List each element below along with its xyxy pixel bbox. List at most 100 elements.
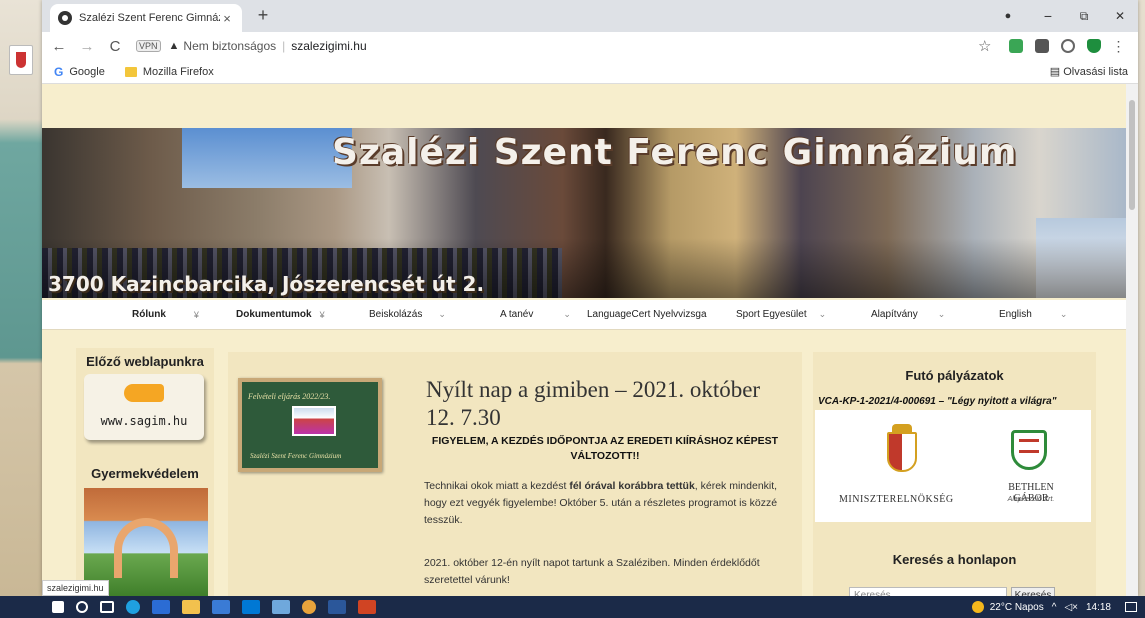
notification-icon[interactable] xyxy=(1125,602,1137,612)
back-button[interactable]: ← xyxy=(48,38,70,55)
projects-heading: Futó pályázatok xyxy=(905,368,1004,383)
chevron-down-icon: ⌄ xyxy=(937,309,946,319)
chevron-down-icon: ⌄ xyxy=(563,309,571,319)
scrollbar-thumb[interactable] xyxy=(1129,100,1135,210)
banner-title: Szalézi Szent Ferenc Gimnázium xyxy=(332,132,1018,173)
url-divider: | xyxy=(282,39,286,53)
nav-item-languagecert[interactable]: LanguageCert Nyelvvizsga xyxy=(587,309,707,320)
search-icon[interactable] xyxy=(76,601,88,613)
browser-menu-icon[interactable]: ⋮ xyxy=(1111,38,1125,55)
vpn-badge[interactable]: VPN xyxy=(136,40,161,52)
child-protection-heading: Gyermekvédelem xyxy=(91,466,199,481)
shield-extension-icon[interactable] xyxy=(1087,39,1102,53)
edge-icon[interactable] xyxy=(126,600,140,614)
search-heading: Keresés a honlapon xyxy=(892,552,1017,567)
chevron-down-icon: ⌄ xyxy=(438,309,446,319)
main-navigation: Rólunk ¥ Dokumentumok ¥ Beiskolázás ⌄ A tan… xyxy=(42,300,1126,330)
volume-icon[interactable]: ◁× xyxy=(1064,602,1078,613)
extension-ab-icon[interactable] xyxy=(1009,39,1024,53)
hungarian-crest-icon xyxy=(887,424,917,472)
logo-bethlen-sub: Alapkezelő Zrt. xyxy=(1007,496,1055,503)
nav-label: LanguageCert Nyelvvizsga xyxy=(587,309,707,320)
nav-item-a-tanev[interactable]: A tanév ⌄ xyxy=(500,309,571,320)
nav-item-beiskolazas[interactable]: Beiskolázás ⌄ xyxy=(369,309,446,320)
close-window-button[interactable]: ✕ xyxy=(1104,0,1136,32)
hands-house-icon xyxy=(114,518,178,578)
nav-item-rolunk[interactable]: Rólunk ¥ xyxy=(132,309,199,320)
left-sidebar: Előző weblapunkra www.sagim.hu Gyermekvé… xyxy=(76,348,214,596)
powerpoint-icon[interactable] xyxy=(358,600,376,614)
reading-list[interactable]: ▤ Olvasási lista xyxy=(1050,65,1128,78)
weather-sun-icon[interactable] xyxy=(971,601,984,613)
task-view-icon[interactable] xyxy=(100,601,114,613)
extensions-puzzle-icon[interactable] xyxy=(1035,39,1050,53)
bookmarks-bar: G Google Mozilla Firefox ▤ Olvasási list… xyxy=(42,60,1138,84)
site-banner[interactable]: Szalézi Szent Ferenc Gimnázium 3700 Kazi… xyxy=(42,128,1126,298)
bookmark-google[interactable]: Google xyxy=(69,66,104,78)
sponsor-logos[interactable]: MINISZTERELNÖKSÉG BETHLEN GÁBOR Alapkeze… xyxy=(815,410,1091,522)
bookmark-firefox[interactable]: Mozilla Firefox xyxy=(143,66,214,78)
bethlen-gabor-logo-icon xyxy=(1011,430,1047,470)
reading-list-label: Olvasási lista xyxy=(1063,66,1128,78)
chevron-down-icon: ¥ xyxy=(319,309,325,320)
weather-text[interactable]: 22°C Napos xyxy=(990,602,1044,613)
tray-chevron-icon[interactable]: ^ xyxy=(1052,602,1057,613)
thumb-top-text: Felvételi eljárás 2022/23. xyxy=(248,392,331,401)
article-paragraph-2: 2021. október 12-én nyílt napot tartunk … xyxy=(424,557,760,586)
restore-button[interactable]: ⧉ xyxy=(1068,0,1100,32)
article-warning: FIGYELEM, A KEZDÉS IDŐPONTJA AZ EREDETI … xyxy=(431,435,779,462)
forward-button[interactable]: → xyxy=(76,38,98,55)
sagim-link[interactable]: www.sagim.hu xyxy=(84,374,204,440)
prev-site-heading: Előző weblapunkra xyxy=(86,354,204,369)
system-tray: 22°C Napos ^ ◁× 14:18 xyxy=(971,596,1137,618)
nav-item-alapitvany[interactable]: Alapítvány ⌄ xyxy=(871,309,945,320)
google-icon: G xyxy=(54,64,64,79)
mail-icon[interactable] xyxy=(242,600,260,614)
desktop-left xyxy=(0,0,42,596)
active-tab[interactable]: Szalézi Szent Ferenc Gimnázium × xyxy=(50,4,242,32)
folder-icon xyxy=(124,66,137,77)
nav-item-dokumentumok[interactable]: Dokumentumok ¥ xyxy=(236,309,325,320)
url-field[interactable]: szalezigimi.hu xyxy=(291,39,366,53)
profile-icon[interactable] xyxy=(1061,39,1076,53)
pointing-hand-icon xyxy=(124,384,164,402)
bookmark-star-icon[interactable]: ☆ xyxy=(978,37,991,55)
article-title[interactable]: Nyílt nap a gimiben – 2021. október 12. … xyxy=(426,376,786,432)
article-thumbnail[interactable]: Felvételi eljárás 2022/23. Szalézi Szent… xyxy=(238,378,382,472)
banner-address: 3700 Kazincbarcika, Jószerencsét út 2. xyxy=(48,272,485,296)
project-title: VCA-KP-1-2021/4-000691 – "Légy nyitott a… xyxy=(818,396,1057,407)
photos-icon[interactable] xyxy=(272,600,290,614)
clock[interactable]: 14:18 xyxy=(1086,602,1111,613)
search-input[interactable]: Keresés … xyxy=(849,587,1007,596)
windows-start-icon[interactable] xyxy=(52,601,64,613)
banner-photo-sky xyxy=(182,128,352,188)
word-icon[interactable] xyxy=(328,600,346,614)
reload-button[interactable]: C xyxy=(104,38,126,55)
tab-close-icon[interactable]: × xyxy=(220,11,234,26)
browser-window: Szalézi Szent Ferenc Gimnázium × + ● − ⧉… xyxy=(42,0,1138,596)
page-scrollbar[interactable] xyxy=(1126,84,1138,596)
file-explorer-icon[interactable] xyxy=(182,600,200,614)
store-icon[interactable] xyxy=(152,600,170,614)
nav-label: Sport Egyesület xyxy=(736,309,807,320)
right-sidebar: Futó pályázatok VCA-KP-1-2021/4-000691 –… xyxy=(813,352,1096,596)
warning-icon: ▲ xyxy=(168,40,180,52)
chrome-icon[interactable] xyxy=(302,600,316,614)
nav-item-english[interactable]: English ⌄ xyxy=(999,309,1067,320)
nav-item-sport[interactable]: Sport Egyesület ⌄ xyxy=(736,309,826,320)
shop-bag-icon[interactable] xyxy=(212,600,230,614)
new-tab-button[interactable]: + xyxy=(252,5,274,26)
web-page: Szalézi Szent Ferenc Gimnázium 3700 Kazi… xyxy=(42,84,1126,596)
desktop-shortcut-icon[interactable] xyxy=(9,45,33,75)
logo-ministry: MINISZTERELNÖKSÉG xyxy=(839,494,954,505)
nav-label: Rólunk xyxy=(132,309,166,320)
search-button[interactable]: Keresés xyxy=(1011,587,1055,596)
reading-list-icon: ▤ xyxy=(1049,66,1064,78)
chevron-down-icon: ⌄ xyxy=(818,309,827,319)
p1-text: Technikai okok miatt a kezdést xyxy=(424,480,570,492)
minimize-button[interactable]: − xyxy=(1032,0,1064,32)
nav-label: A tanév xyxy=(500,309,534,320)
security-label[interactable]: Nem biztonságos xyxy=(183,39,276,53)
profile-dot-icon[interactable]: ● xyxy=(992,0,1024,32)
site-favicon-icon xyxy=(58,11,72,25)
